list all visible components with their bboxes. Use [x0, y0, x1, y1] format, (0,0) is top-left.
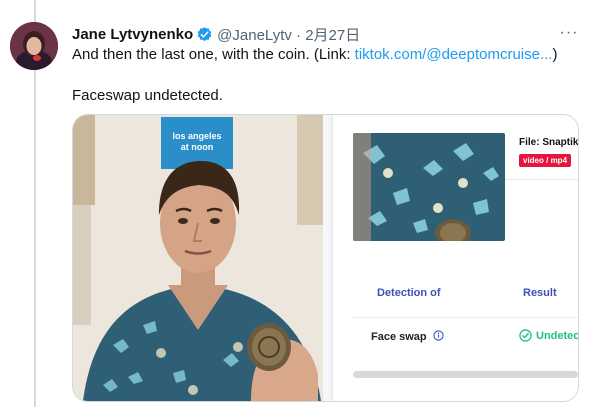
- file-name-label: File: Snaptik_(: [519, 137, 579, 148]
- more-options-icon[interactable]: ···: [558, 22, 580, 44]
- video-frame[interactable]: los angeles at noon: [73, 115, 323, 401]
- column-header-detection: Detection of: [377, 287, 441, 299]
- avatar[interactable]: [10, 22, 58, 70]
- column-header-result: Result: [523, 287, 557, 299]
- handle-and-date[interactable]: @JaneLytv · 2月27日: [217, 24, 360, 45]
- file-type-badge: video / mp4: [519, 154, 572, 167]
- row-label-face-swap: Face swap: [371, 331, 427, 343]
- horizontal-scrollbar[interactable]: [353, 371, 578, 378]
- author-name[interactable]: Jane Lytvynenko: [72, 26, 193, 43]
- media-attachment[interactable]: los angeles at noon File: Snaptik video …: [72, 114, 579, 402]
- poster-text-2: at noon: [181, 142, 214, 152]
- detection-panel: File: Snaptik_( video / mp4 Detection of…: [323, 115, 578, 401]
- tweet-text-part: And then the last one, with the coin. (L…: [72, 46, 355, 63]
- info-icon[interactable]: [433, 330, 444, 341]
- check-circle-icon: [519, 329, 532, 342]
- video-thumbnail[interactable]: [353, 133, 505, 241]
- tweet-header: Jane Lytvynenko @JaneLytv · 2月27日: [72, 24, 360, 45]
- detection-card: File: Snaptik_( video / mp4 Detection of…: [333, 115, 578, 401]
- tweet-text-close: ): [552, 46, 558, 63]
- poster-text-1: los angeles: [172, 131, 221, 141]
- verified-badge-icon: [197, 27, 212, 42]
- row-divider: [353, 317, 578, 318]
- tiktok-link[interactable]: tiktok.com/@deeptomcruise...: [355, 46, 553, 63]
- tweet-text-line2: Faceswap undetected.: [72, 87, 223, 104]
- divider: [505, 179, 578, 180]
- result-undetected: Undetecte: [536, 330, 579, 342]
- tweet-text-line1: And then the last one, with the coin. (L…: [72, 45, 557, 65]
